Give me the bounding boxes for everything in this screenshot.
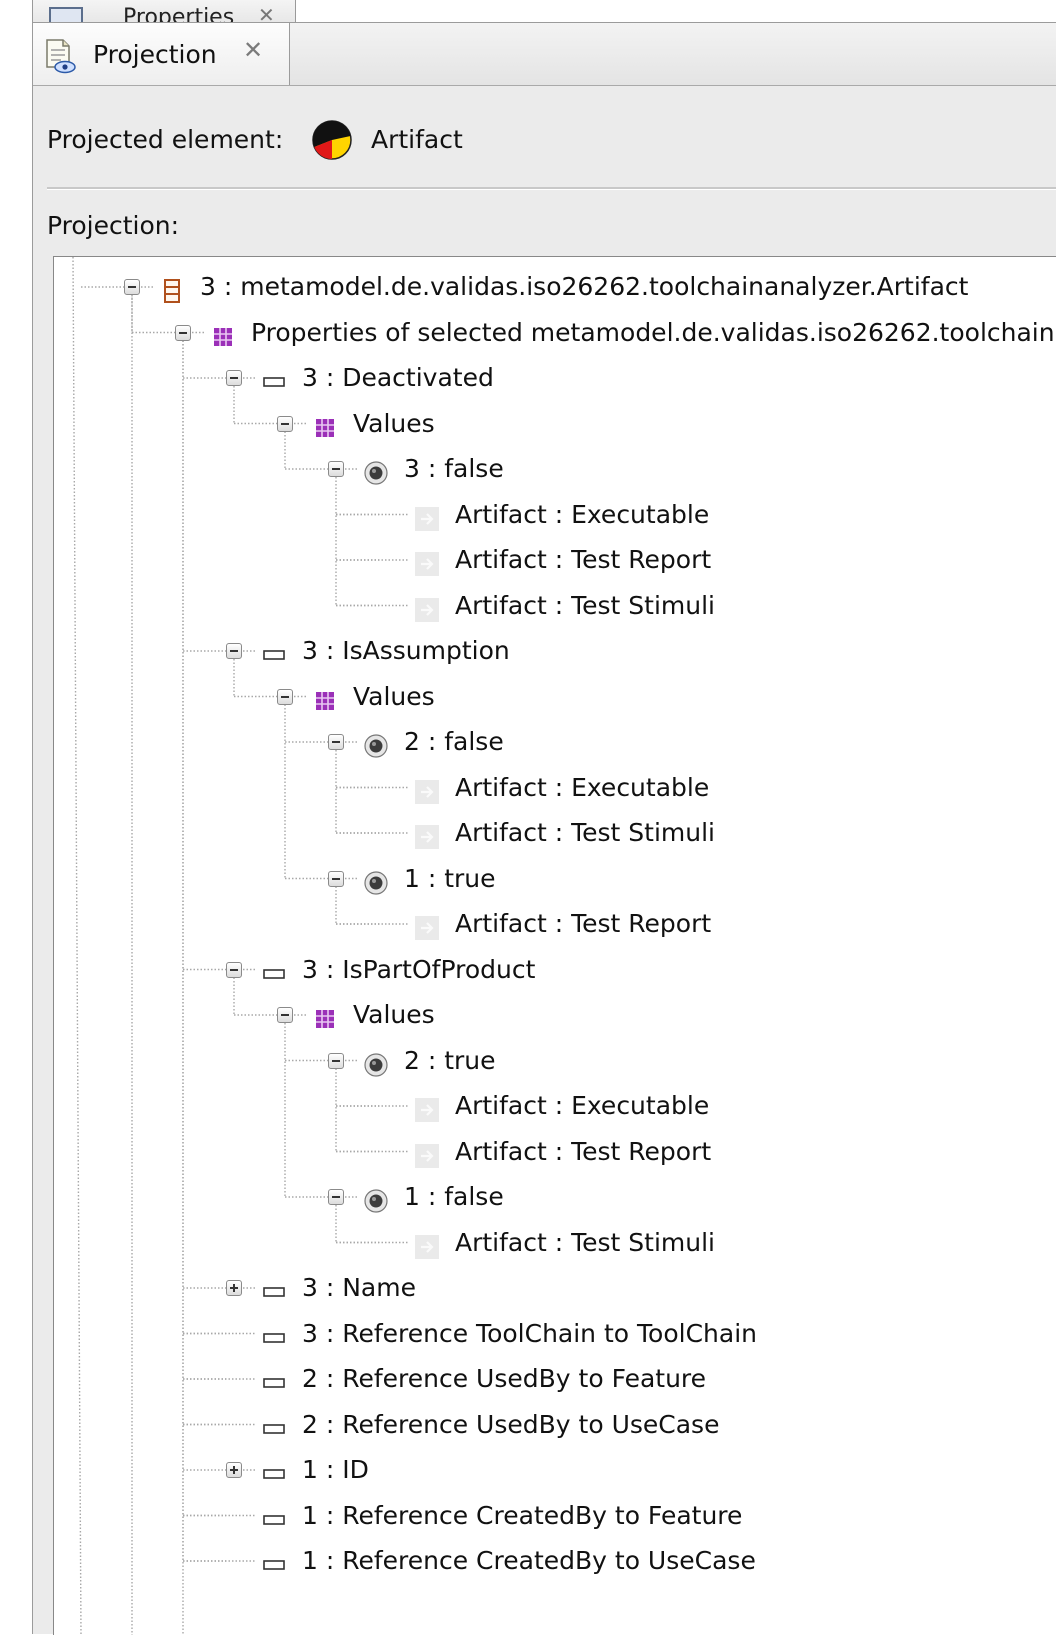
tree-node-label: 2 : Reference UsedBy to Feature (302, 1364, 707, 1393)
link-arrow-icon (415, 1140, 439, 1168)
attribute-icon (262, 639, 286, 663)
grid-icon (313, 412, 337, 437)
attribute-icon (262, 1504, 286, 1528)
value-icon (364, 1185, 388, 1213)
tree-node-label: Artifact : Test Report (455, 1136, 712, 1166)
projection-view: Projection ✕ Projected element: Artifact… (32, 22, 1056, 1635)
tree-node-label: Artifact : Executable (455, 499, 710, 529)
collapse-toggle-icon[interactable] (277, 688, 293, 705)
tree-node-label: 2 : true (404, 1045, 496, 1075)
tree-node-label: Artifact : Executable (455, 1091, 710, 1120)
collapse-toggle-icon[interactable] (328, 734, 344, 750)
expand-toggle-icon[interactable] (226, 1462, 242, 1478)
attribute-icon (262, 1322, 286, 1346)
tab-projection[interactable]: Projection ✕ (33, 23, 290, 85)
separator (47, 187, 1056, 190)
link-arrow-icon (415, 1094, 439, 1122)
close-icon[interactable]: ✕ (243, 36, 263, 64)
collapse-toggle-icon[interactable] (277, 415, 293, 432)
collapse-toggle-icon[interactable] (226, 961, 242, 978)
tab-bar: Projection ✕ (33, 23, 1056, 86)
tree-node-label: 3 : Reference ToolChain to ToolChain (302, 1318, 757, 1348)
grid-icon (313, 685, 337, 710)
tree-node-label: 1 : false (404, 1182, 504, 1211)
tree-node-label: 3 : IsPartOfProduct (302, 954, 536, 984)
tree-node-label: Values (353, 1000, 435, 1029)
collapse-toggle-icon[interactable] (328, 461, 344, 477)
tree-node-label: Artifact : Test Report (455, 909, 712, 938)
tab-projection-label: Projection (93, 40, 217, 69)
attribute-icon (262, 1367, 286, 1391)
class-icon (160, 275, 184, 303)
tree-node-label: Artifact : Test Stimuli (455, 818, 715, 847)
tree-node-label: 1 : Reference CreatedBy to UseCase (302, 1546, 756, 1575)
tree-node-label: 3 : Name (302, 1273, 416, 1302)
link-arrow-icon (415, 821, 439, 849)
background-strip (755, 0, 1056, 24)
projected-element-name: Artifact (371, 125, 463, 154)
collapse-toggle-icon[interactable] (226, 643, 242, 659)
value-icon (364, 730, 388, 758)
link-arrow-icon (415, 503, 439, 531)
collapse-toggle-icon[interactable] (328, 870, 344, 887)
attribute-icon (262, 958, 286, 982)
link-arrow-icon (415, 1231, 439, 1259)
collapse-toggle-icon[interactable] (277, 1007, 293, 1023)
tree-node-label: Artifact : Test Report (455, 545, 712, 574)
attribute-icon (262, 1458, 286, 1482)
link-arrow-icon (415, 912, 439, 940)
tree-node-label: 3 : false (404, 454, 504, 483)
projected-element-label: Projected element: (47, 125, 284, 154)
tree-node-label: Values (353, 681, 435, 711)
tree-node-label: 3 : IsAssumption (302, 636, 510, 665)
projection-icon (46, 39, 76, 74)
collapse-toggle-icon[interactable] (175, 324, 191, 341)
link-arrow-icon (415, 594, 439, 622)
tree-node-label: Values (353, 408, 435, 438)
artifact-pie-icon (312, 120, 352, 160)
tree-node-label: 3 : Deactivated (302, 363, 494, 392)
collapse-toggle-icon[interactable] (328, 1052, 344, 1069)
collapse-toggle-icon[interactable] (328, 1189, 344, 1205)
tree-node-label: 2 : Reference UsedBy to UseCase (302, 1409, 720, 1439)
tree-node-label: 1 : ID (302, 1455, 369, 1484)
tree-node-label: 2 : false (404, 727, 504, 756)
expand-toggle-icon[interactable] (226, 1280, 242, 1296)
attribute-icon (262, 366, 286, 390)
grid-icon (211, 321, 235, 346)
tree-node-label: 1 : true (404, 863, 496, 893)
link-arrow-icon (415, 776, 439, 804)
value-icon (364, 867, 388, 895)
projection-label: Projection: (47, 211, 180, 240)
tree-node-label: Artifact : Test Stimuli (455, 1227, 715, 1257)
grid-icon (313, 1003, 337, 1028)
projection-tree[interactable]: 3 : metamodel.de.validas.iso26262.toolch… (53, 256, 1056, 1635)
attribute-icon (262, 1276, 286, 1300)
tree-node-label: Artifact : Executable (455, 772, 710, 802)
tree-node-label: 3 : metamodel.de.validas.iso26262.toolch… (200, 272, 969, 301)
tree-node-label: Properties of selected metamodel.de.vali… (251, 317, 1056, 347)
collapse-toggle-icon[interactable] (124, 279, 140, 295)
attribute-icon (262, 1413, 286, 1437)
value-icon (364, 1049, 388, 1077)
collapse-toggle-icon[interactable] (226, 370, 242, 386)
value-icon (364, 457, 388, 485)
link-arrow-icon (415, 548, 439, 576)
attribute-icon (262, 1549, 286, 1573)
tree-node-label: Artifact : Test Stimuli (455, 590, 715, 620)
tree-node-label: 1 : Reference CreatedBy to Feature (302, 1500, 743, 1530)
